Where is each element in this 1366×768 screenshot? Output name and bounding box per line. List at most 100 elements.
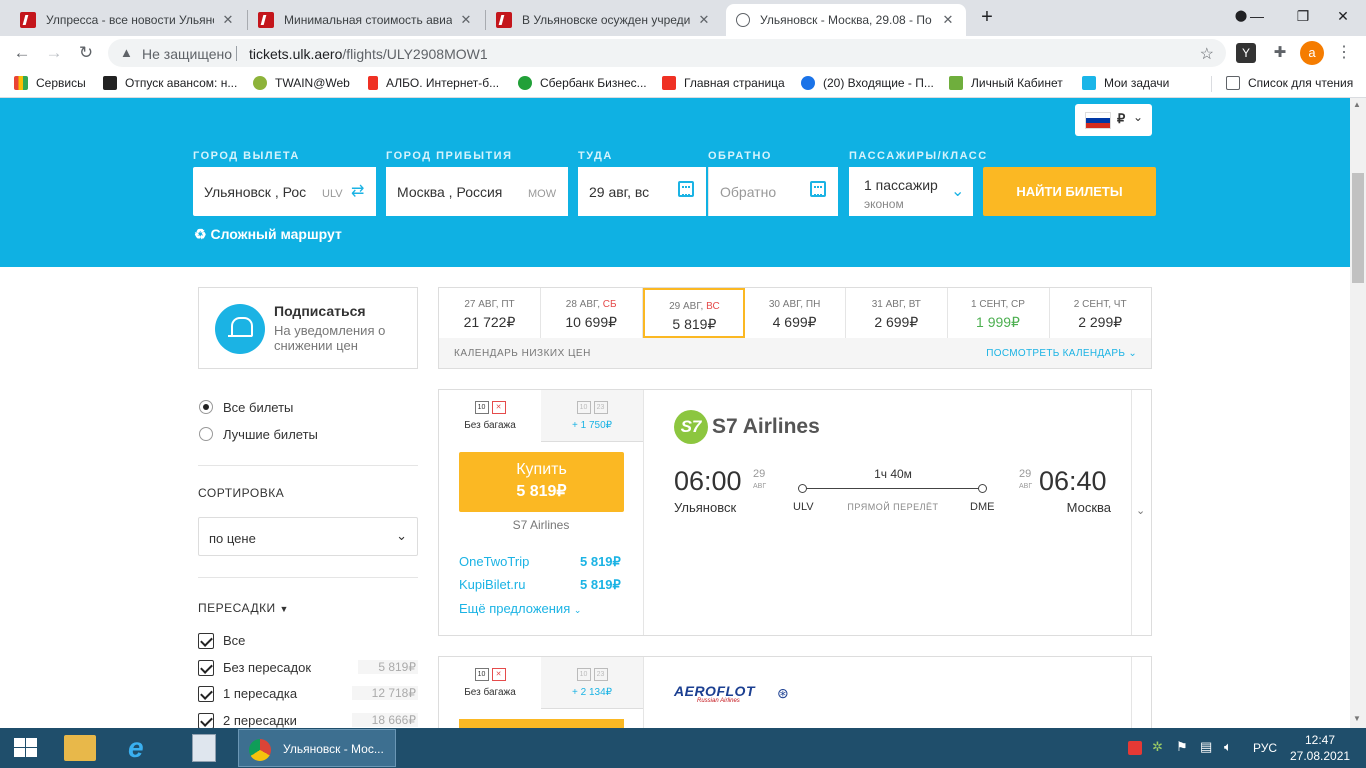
apps-grid-icon [14, 76, 28, 90]
close-tab-icon[interactable]: ✕ [458, 12, 474, 28]
ticket-card: 10 ✕ Без багажа 10 23 + 1 750₽ Купить 5 81… [438, 389, 1152, 636]
page-scrollbar[interactable]: ▲ ▼ [1350, 98, 1366, 728]
no-baggage-tab[interactable]: 10 ✕ Без багажа [439, 390, 541, 442]
calendar-icon[interactable] [810, 181, 826, 197]
reload-button[interactable]: ↻ [74, 41, 98, 65]
calculator-icon[interactable] [192, 734, 216, 762]
bookmark-item[interactable]: Отпуск авансом: н... [103, 76, 237, 90]
browser-tab-2[interactable]: Минимальная стоимость авиаб ✕ [248, 4, 484, 36]
price-alert-subscribe[interactable]: Подписаться На уведомления о снижении це… [198, 287, 418, 369]
sort-select[interactable]: по цене ⌄ [198, 517, 418, 556]
with-baggage-tab[interactable]: 10 23 + 2 134₽ [541, 657, 643, 709]
back-button[interactable]: ← [10, 41, 34, 65]
calendar-day[interactable]: 30 АВГ, ПН 4 699₽ [744, 288, 847, 338]
to-label: ГОРОД ПРИБЫТИЯ [386, 150, 513, 162]
best-tickets-radio[interactable] [199, 427, 213, 441]
tray-app-icon[interactable]: ✲ [1152, 739, 1163, 755]
more-offers-link[interactable]: Ещё предложения ⌄ [459, 601, 581, 616]
close-tab-icon[interactable]: ✕ [696, 12, 712, 28]
browser-tab-3[interactable]: В Ульяновске осужден учредите ✕ [486, 4, 722, 36]
from-label: ГОРОД ВЫЛЕТА [193, 150, 300, 162]
input-language[interactable]: РУС [1253, 741, 1277, 755]
baggage-icon: 23 [593, 668, 608, 681]
address-bar[interactable]: ▲ Не защищено tickets.ulk.aero/flights/U… [108, 39, 1226, 67]
bookmark-item[interactable]: Главная страница [662, 76, 785, 90]
ticket-card: 10 ✕ Без багажа 10 23 + 2 134₽ AEROFLOT Ru… [438, 656, 1152, 737]
show-calendar-link[interactable]: ПОСМОТРЕТЬ КАЛЕНДАРЬ ⌄ [986, 348, 1137, 359]
network-icon[interactable]: ▤ [1200, 739, 1212, 755]
extensions-puzzle-icon[interactable]: ✚ [1268, 41, 1292, 65]
passengers-selector[interactable]: 1 пассажир эконом ⌄ [849, 167, 973, 216]
windows-start-icon[interactable] [14, 738, 38, 758]
aeroflot-logo-icon: ⊛ [777, 685, 789, 701]
from-city-input[interactable]: Ульяновск , Рос ULV ⇄ [193, 167, 376, 216]
url-text[interactable]: tickets.ulk.aero/flights/ULY2908MOW1 [249, 46, 488, 62]
new-tab-button[interactable]: + [976, 6, 998, 28]
reading-list-icon [1226, 76, 1240, 90]
calendar-day[interactable]: 29 АВГ, ВС 5 819₽ [643, 288, 746, 338]
expand-details-icon[interactable]: ⌄ [1136, 504, 1145, 517]
windows-taskbar: e Ульяновск - Мос... ✲ ⚑ ▤ 🔈︎ РУС 12:47 … [0, 728, 1366, 768]
bookmark-favicon-icon [368, 76, 378, 90]
route-icon: ♻ [194, 226, 207, 242]
with-baggage-tab[interactable]: 10 23 + 1 750₽ [541, 390, 643, 442]
bookmark-item[interactable]: TWAIN@Web [253, 76, 350, 90]
transfers-direct-checkbox[interactable] [198, 660, 214, 676]
bookmark-item[interactable]: Сбербанк Бизнес... [518, 76, 647, 90]
calendar-day[interactable]: 27 АВГ, ПТ 21 722₽ [439, 288, 541, 338]
no-baggage-tab[interactable]: 10 ✕ Без багажа [439, 657, 541, 709]
reading-list[interactable]: Список для чтения [1226, 76, 1353, 90]
menu-kebab-icon[interactable]: ⋮ [1332, 41, 1356, 65]
transfers-filter-toggle[interactable]: ПЕРЕСАДКИ ▼ [198, 601, 289, 615]
extension-icon[interactable]: Y [1236, 43, 1256, 63]
action-center-flag-icon[interactable]: ⚑ [1176, 739, 1188, 755]
depart-date-input[interactable]: 29 авг, вс [578, 167, 706, 216]
transfers-all-checkbox[interactable] [198, 633, 214, 649]
calendar-icon[interactable] [678, 181, 694, 197]
bookmark-services[interactable]: Сервисы [14, 76, 86, 90]
to-city-input[interactable]: Москва , Россия MOW [386, 167, 568, 216]
close-tab-icon[interactable]: ✕ [940, 12, 956, 28]
bookmark-item[interactable]: (20) Входящие - П... [801, 76, 934, 90]
minimize-button[interactable]: — [1234, 0, 1280, 32]
warning-icon[interactable]: ▲ [120, 45, 133, 60]
taskbar-chrome-app[interactable]: Ульяновск - Мос... [238, 729, 396, 767]
transfers-one-checkbox[interactable] [198, 686, 214, 702]
find-tickets-button[interactable]: НАЙТИ БИЛЕТЫ [983, 167, 1156, 216]
offer-link[interactable]: OneTwoTrip [459, 554, 529, 569]
bookmark-item[interactable]: Мои задачи [1082, 76, 1169, 90]
bell-icon [215, 304, 265, 354]
buy-button[interactable]: Купить 5 819₽ [459, 452, 624, 512]
bookmark-favicon-icon [103, 76, 117, 90]
internet-explorer-icon[interactable]: e [128, 732, 144, 764]
clock-date[interactable]: 27.08.2021 [1290, 749, 1350, 763]
clock-time[interactable]: 12:47 [1290, 733, 1350, 747]
calendar-day[interactable]: 31 АВГ, ВТ 2 699₽ [846, 288, 948, 338]
baggage-icon: 23 [593, 401, 608, 414]
return-date-input[interactable]: Обратно [708, 167, 838, 216]
security-status[interactable]: Не защищено [142, 46, 232, 62]
browser-tab-1[interactable]: Улпресса - все новости Ульянов ✕ [10, 4, 246, 36]
notification-app-icon[interactable] [1128, 741, 1142, 755]
close-window-button[interactable]: ✕ [1320, 0, 1366, 32]
bookmark-item[interactable]: АЛБО. Интернет-б... [368, 76, 499, 90]
offer-link[interactable]: KupiBilet.ru [459, 577, 525, 592]
forward-button[interactable]: → [42, 41, 66, 65]
volume-icon[interactable]: 🔈︎ [1224, 739, 1232, 755]
close-tab-icon[interactable]: ✕ [220, 12, 236, 28]
all-tickets-radio[interactable] [199, 400, 213, 414]
browser-tab-active[interactable]: Ульяновск - Москва, 29.08 - По ✕ [726, 4, 966, 36]
currency-selector[interactable]: ₽ ⌄ [1075, 104, 1152, 136]
transfers-two-checkbox[interactable] [198, 713, 214, 729]
bookmark-star-icon[interactable]: ☆ [1200, 44, 1214, 64]
bookmark-item[interactable]: Личный Кабинет [949, 76, 1063, 90]
file-explorer-icon[interactable] [64, 735, 96, 761]
calendar-day[interactable]: 1 СЕНТ, СР 1 999₽ [948, 288, 1050, 338]
calendar-day[interactable]: 28 АВГ, СБ 10 699₽ [541, 288, 643, 338]
profile-avatar[interactable]: a [1300, 41, 1324, 65]
calendar-day[interactable]: 2 СЕНТ, ЧТ 2 299₽ [1049, 288, 1151, 338]
complex-route-link[interactable]: ♻ Сложный маршрут [194, 226, 342, 243]
russia-flag-icon [1085, 112, 1111, 129]
bookmark-favicon-icon [253, 76, 267, 90]
swap-cities-icon[interactable]: ⇄ [351, 181, 364, 201]
